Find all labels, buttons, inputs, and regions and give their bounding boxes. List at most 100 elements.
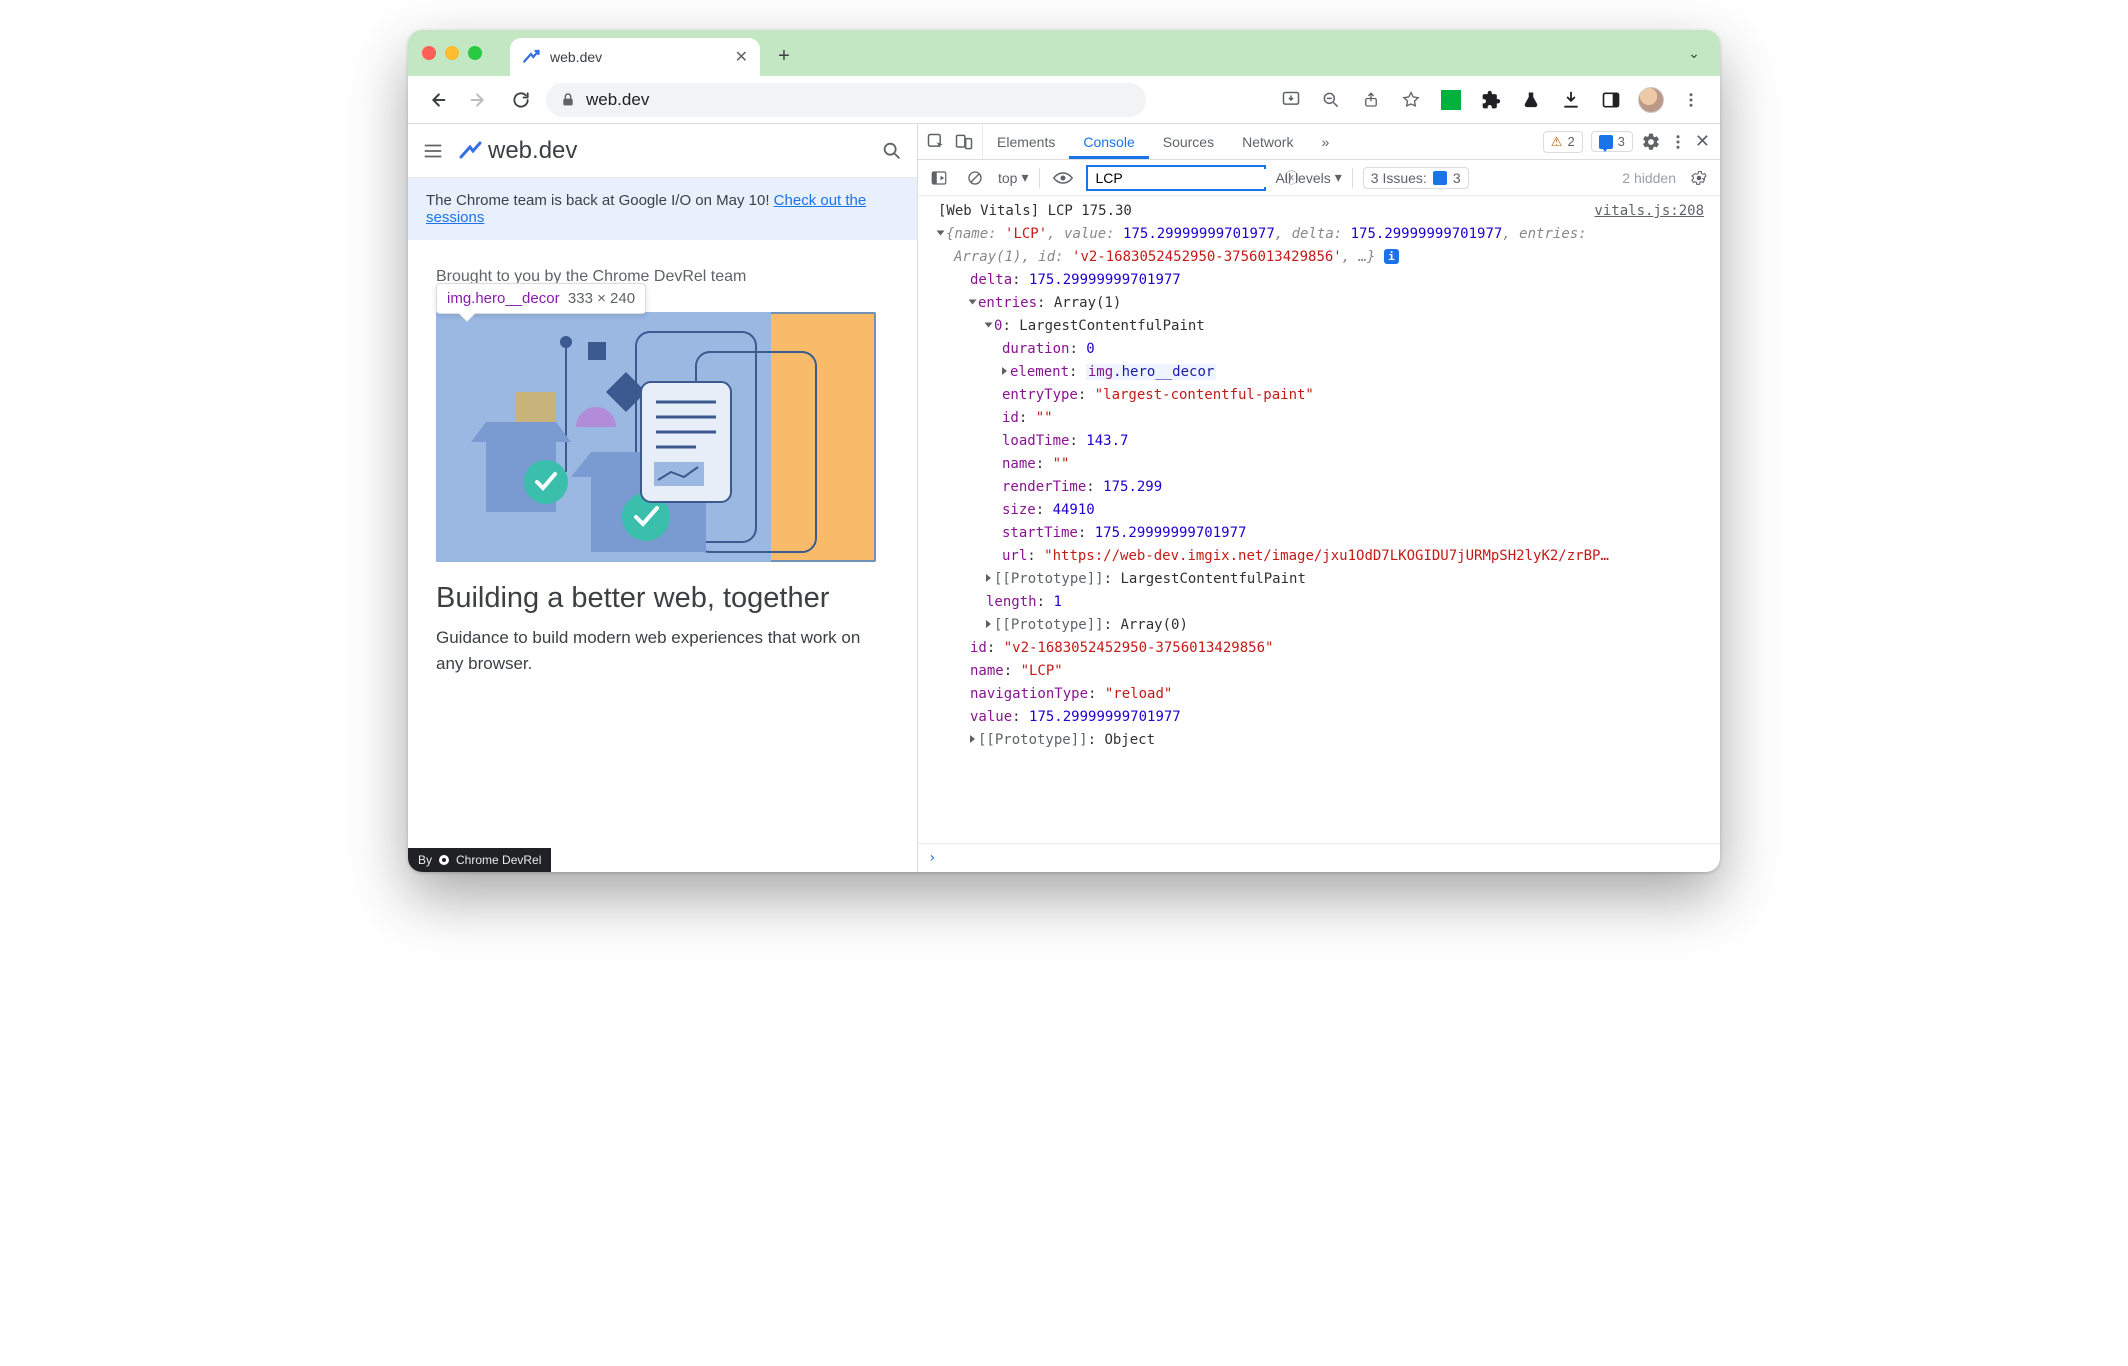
browser-window: web.dev ✕ + ⌄ web.dev (408, 30, 1720, 872)
browser-menu-button[interactable] (1674, 83, 1708, 117)
zoom-out-icon[interactable] (1314, 83, 1348, 117)
tab-strip: web.dev ✕ + ⌄ (408, 30, 1720, 76)
entry-0[interactable]: 0: LargestContentfulPaint (918, 315, 1720, 338)
downloads-icon[interactable] (1554, 83, 1588, 117)
labs-flask-icon[interactable] (1514, 83, 1548, 117)
bookmark-star-icon[interactable] (1394, 83, 1428, 117)
close-tab-button[interactable]: ✕ (735, 47, 748, 67)
badge-prefix: By (418, 853, 432, 867)
info-badge-icon[interactable]: i (1384, 249, 1399, 264)
devtools-close-icon[interactable]: ✕ (1695, 131, 1710, 152)
content-area: web.dev The Chrome team is back at Googl… (408, 124, 1720, 872)
log-levels-selector[interactable]: All levels ▾ (1276, 169, 1342, 186)
tabs-menu-button[interactable]: ⌄ (1682, 41, 1706, 65)
secure-lock-icon (560, 92, 576, 108)
address-bar[interactable]: web.dev (546, 83, 1146, 117)
announcement-banner: The Chrome team is back at Google I/O on… (408, 178, 917, 240)
live-expression-icon[interactable] (1050, 165, 1076, 191)
badge-name: Chrome DevRel (456, 853, 541, 867)
share-icon[interactable] (1354, 83, 1388, 117)
install-app-icon[interactable] (1274, 83, 1308, 117)
devtools-settings-icon[interactable] (1641, 132, 1661, 152)
banner-text: The Chrome team is back at Google I/O on… (426, 192, 774, 209)
tab-network[interactable]: Network (1228, 124, 1307, 159)
prop-objid: id: "v2-1683052452950-3756013429856" (918, 637, 1720, 660)
element-inspect-tooltip: img.hero__decor 333 × 240 (436, 283, 646, 314)
back-button[interactable] (420, 83, 454, 117)
toolbar: web.dev (408, 76, 1720, 124)
page-blurb: Guidance to build modern web experiences… (408, 615, 917, 676)
minimize-window-button[interactable] (445, 46, 459, 60)
prop-proto-entry[interactable]: [[Prototype]]: LargestContentfulPaint (918, 568, 1720, 591)
search-icon[interactable] (881, 140, 903, 162)
prop-loadtime: loadTime: 143.7 (918, 430, 1720, 453)
prop-entries[interactable]: entries: Array(1) (918, 292, 1720, 315)
favicon-icon (522, 48, 540, 66)
prop-objvalue: value: 175.29999999701977 (918, 706, 1720, 729)
console-sidebar-toggle-icon[interactable] (926, 165, 952, 191)
prop-id: id: "" (918, 407, 1720, 430)
prop-entrytype: entryType: "largest-contentful-paint" (918, 384, 1720, 407)
issues-button[interactable]: 3 Issues: 3 (1363, 167, 1469, 189)
source-link[interactable]: vitals.js:208 (1594, 201, 1712, 222)
hero-image[interactable] (436, 312, 876, 562)
log-summary-2: Array(1), id: 'v2-1683052452950-37560134… (918, 246, 1720, 269)
prompt-chevron-icon: › (928, 850, 936, 866)
clear-console-icon[interactable] (962, 165, 988, 191)
forward-button[interactable] (462, 83, 496, 117)
console-prompt[interactable]: › (918, 843, 1720, 872)
prop-rendertime: renderTime: 175.299 (918, 476, 1720, 499)
hero-section: img.hero__decor 333 × 240 (408, 286, 917, 562)
reload-button[interactable] (504, 83, 538, 117)
prop-url: url: "https://web-dev.imgix.net/image/jx… (918, 545, 1720, 568)
browser-tab[interactable]: web.dev ✕ (510, 38, 760, 76)
prop-proto-obj[interactable]: [[Prototype]]: Object (918, 729, 1720, 752)
tab-more[interactable]: » (1307, 124, 1343, 159)
context-selector[interactable]: top ▾ (998, 169, 1029, 186)
console-filter-input[interactable]: ⓧ (1086, 165, 1266, 191)
console-filter-bar: top ▾ ⓧ All levels ▾ 3 Issues: 3 2 hidde… (918, 160, 1720, 196)
tab-elements[interactable]: Elements (983, 124, 1069, 159)
devtools-panel: Elements Console Sources Network » ⚠2 3 … (918, 124, 1720, 872)
tab-sources[interactable]: Sources (1149, 124, 1228, 159)
tab-console[interactable]: Console (1069, 124, 1148, 159)
messages-badge[interactable]: 3 (1591, 131, 1633, 152)
tab-title: web.dev (550, 49, 602, 65)
device-toggle-icon[interactable] (954, 132, 974, 152)
prop-element[interactable]: element: img.hero__decor (918, 361, 1720, 384)
log-summary[interactable]: {name: 'LCP', value: 175.29999999701977,… (918, 223, 1720, 246)
prop-navtype: navigationType: "reload" (918, 683, 1720, 706)
new-tab-button[interactable]: + (770, 42, 798, 70)
prop-delta: delta: 175.29999999701977 (918, 269, 1720, 292)
prop-proto-arr[interactable]: [[Prototype]]: Array(0) (918, 614, 1720, 637)
devtools-menu-icon[interactable] (1669, 133, 1687, 151)
site-header: web.dev (408, 124, 917, 178)
tooltip-dimensions: 333 × 240 (568, 290, 635, 307)
menu-icon[interactable] (422, 140, 444, 162)
prop-starttime: startTime: 175.29999999701977 (918, 522, 1720, 545)
prop-size: size: 44910 (918, 499, 1720, 522)
toolbar-actions (1274, 83, 1708, 117)
prop-objname: name: "LCP" (918, 660, 1720, 683)
profile-avatar[interactable] (1634, 83, 1668, 117)
side-panel-icon[interactable] (1594, 83, 1628, 117)
close-window-button[interactable] (422, 46, 436, 60)
warnings-badge[interactable]: ⚠2 (1543, 131, 1583, 153)
page-headline: Building a better web, together (408, 562, 917, 615)
filter-field[interactable] (1094, 169, 1279, 187)
extension-green-icon[interactable] (1434, 83, 1468, 117)
extensions-puzzle-icon[interactable] (1474, 83, 1508, 117)
site-logo[interactable]: web.dev (458, 137, 577, 165)
site-name: web.dev (488, 137, 577, 165)
prop-name: name: "" (918, 453, 1720, 476)
url-text: web.dev (586, 90, 649, 110)
log-header: vitals.js:208[Web Vitals] LCP 175.30 (918, 200, 1720, 223)
hidden-count: 2 hidden (1622, 170, 1676, 186)
fullscreen-window-button[interactable] (468, 46, 482, 60)
console-settings-icon[interactable] (1686, 165, 1712, 191)
prop-length: length: 1 (918, 591, 1720, 614)
console-output[interactable]: vitals.js:208[Web Vitals] LCP 175.30 {na… (918, 196, 1720, 843)
inspect-element-icon[interactable] (926, 132, 946, 152)
prop-duration: duration: 0 (918, 338, 1720, 361)
rendered-page: web.dev The Chrome team is back at Googl… (408, 124, 918, 872)
